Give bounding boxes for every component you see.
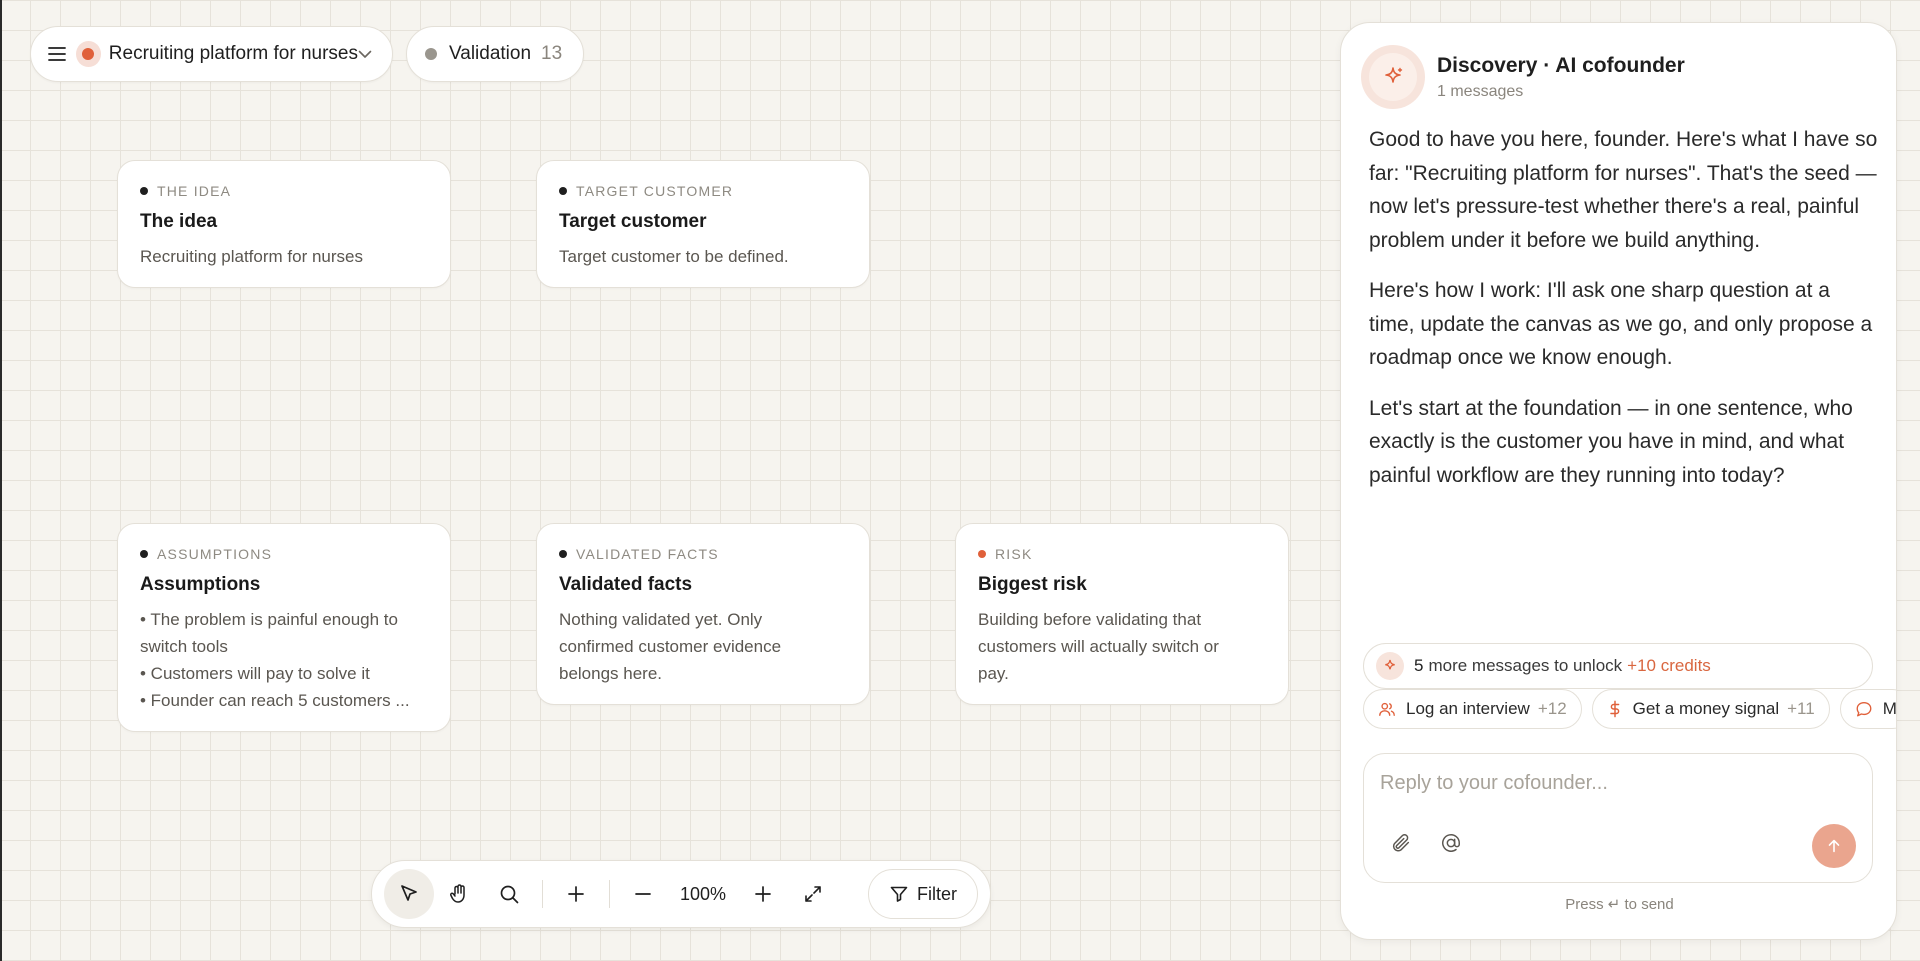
plus-icon <box>755 886 771 902</box>
assumption-item: • Founder can reach 5 customers ... <box>140 691 410 710</box>
attach-button[interactable] <box>1386 828 1416 858</box>
menu-icon[interactable] <box>47 43 68 65</box>
assumption-item: • Customers will pay to solve it <box>140 664 370 683</box>
card-idea[interactable]: THE IDEA The idea Recruiting platform fo… <box>117 160 451 288</box>
project-name: Recruiting platform for nurses <box>108 43 358 64</box>
at-sign-icon <box>1442 834 1460 852</box>
card-kicker: TARGET CUSTOMER <box>559 183 847 199</box>
canvas-left-border <box>0 0 2 961</box>
toolbar-divider <box>542 880 543 908</box>
expand-icon <box>805 886 821 902</box>
canvas-toolbar: 100% Filter <box>371 860 991 928</box>
chevron-down-icon <box>358 50 372 59</box>
card-kicker: ASSUMPTIONS <box>140 546 428 562</box>
filter-button[interactable]: Filter <box>868 869 978 919</box>
assistant-message: Let's start at the foundation — in one s… <box>1369 396 1853 487</box>
message-composer <box>1363 753 1873 883</box>
chat-header: Discovery · AI cofounder 1 messages <box>1361 45 1685 109</box>
arrow-up-icon <box>1828 839 1840 853</box>
assumption-item: • The problem is painful enough to <box>140 610 398 629</box>
card-body: Building before validating that customer… <box>978 610 1219 683</box>
chip-message[interactable]: M <box>1839 689 1896 729</box>
unlock-text: more messages to unlock <box>1428 656 1623 675</box>
project-selector[interactable]: Recruiting platform for nurses <box>30 26 393 82</box>
dollar-icon <box>1609 700 1619 718</box>
fit-view-button[interactable] <box>788 869 838 919</box>
card-title: The idea <box>140 211 218 232</box>
paperclip-icon <box>1392 834 1410 852</box>
message-list: Good to have you here, founder. Here's w… <box>1369 123 1879 509</box>
action-chips: Log an interview +12 Get a money signal … <box>1363 689 1896 731</box>
card-title: Validated facts <box>559 574 693 595</box>
card-title: Assumptions <box>140 574 261 595</box>
pan-tool-button[interactable] <box>434 869 484 919</box>
card-kicker: RISK <box>978 546 1266 562</box>
card-body: Recruiting platform for nurses <box>140 247 363 266</box>
plus-icon <box>568 886 584 902</box>
card-target-customer[interactable]: TARGET CUSTOMER Target customer Target c… <box>536 160 870 288</box>
cursor-icon <box>401 885 417 901</box>
reply-input[interactable] <box>1380 772 1840 795</box>
send-button[interactable] <box>1812 824 1856 868</box>
card-biggest-risk[interactable]: RISK Biggest risk Building before valida… <box>955 523 1289 705</box>
chip-log-interview[interactable]: Log an interview +12 <box>1363 689 1582 729</box>
zoom-out-button[interactable] <box>618 869 668 919</box>
mention-button[interactable] <box>1436 828 1466 858</box>
search-icon <box>500 885 519 904</box>
avatar <box>1361 45 1425 109</box>
stage-label: Validation <box>449 43 532 64</box>
card-title: Biggest risk <box>978 574 1087 595</box>
filter-label: Filter <box>917 883 957 904</box>
unlock-count: 5 <box>1414 656 1424 675</box>
chat-icon <box>1856 702 1872 717</box>
card-kicker: VALIDATED FACTS <box>559 546 847 562</box>
message-count: 1 messages <box>1437 82 1524 100</box>
chip-money-signal[interactable]: Get a money signal +11 <box>1591 689 1830 729</box>
unlock-progress: 5 more messages to unlock +10 credits <box>1363 643 1873 689</box>
filter-icon <box>890 886 908 902</box>
search-button[interactable] <box>484 869 534 919</box>
card-validated-facts[interactable]: VALIDATED FACTS Validated facts Nothing … <box>536 523 870 705</box>
stage-status-dot <box>425 48 437 60</box>
sparkle-icon <box>1385 67 1403 83</box>
stage-indicator[interactable]: Validation 13 <box>406 26 584 82</box>
minus-icon <box>635 893 651 895</box>
project-status-dot <box>75 41 101 67</box>
card-body: • The problem is painful enough to switc… <box>140 606 428 714</box>
card-body: Nothing validated yet. Only confirmed cu… <box>559 610 782 683</box>
chat-title: Discovery · AI cofounder <box>1437 53 1685 77</box>
assumption-item: switch tools <box>140 637 228 656</box>
sparkle-icon <box>1376 652 1404 680</box>
people-icon <box>1379 702 1395 716</box>
chat-panel: Discovery · AI cofounder 1 messages Good… <box>1340 22 1897 940</box>
hand-icon <box>450 884 465 903</box>
card-body: Target customer to be defined. <box>559 247 789 266</box>
select-tool-button[interactable] <box>384 869 434 919</box>
send-hint: Press ↵ to send <box>1565 896 1674 913</box>
add-node-button[interactable] <box>551 869 601 919</box>
zoom-in-button[interactable] <box>738 869 788 919</box>
unlock-credits: +10 credits <box>1627 656 1711 675</box>
zoom-level: 100% <box>679 883 727 904</box>
card-assumptions[interactable]: ASSUMPTIONS Assumptions • The problem is… <box>117 523 451 732</box>
stage-count: 13 <box>541 43 563 64</box>
assistant-message: Here's how I work: I'll ask one sharp qu… <box>1369 279 1873 369</box>
card-kicker: THE IDEA <box>140 183 428 199</box>
card-title: Target customer <box>559 211 707 232</box>
assistant-message: Good to have you here, founder. Here's w… <box>1369 128 1878 252</box>
toolbar-divider <box>609 880 610 908</box>
